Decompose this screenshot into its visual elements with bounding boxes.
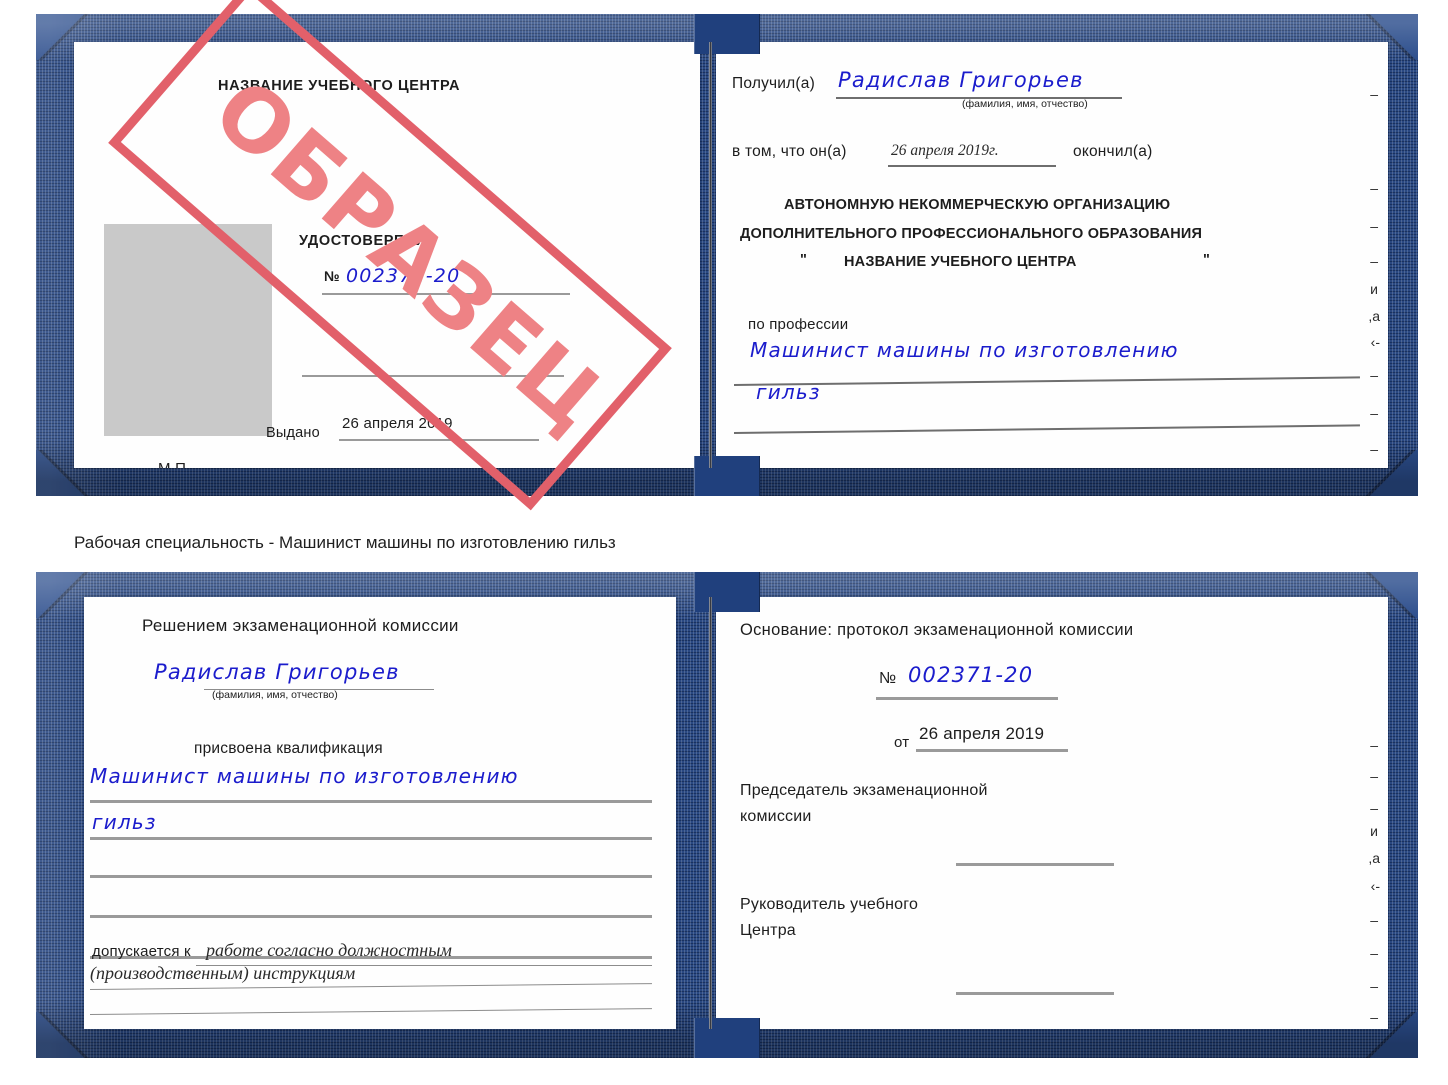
blank-rule-2	[90, 915, 652, 918]
profession-label: по профессии	[748, 316, 849, 333]
protocol-number-label: №	[879, 670, 897, 687]
profession-rule-2	[733, 424, 1360, 434]
protocol-number-value: 002371-20	[908, 663, 1034, 687]
admitted-rule-3	[89, 1008, 652, 1015]
edge-fragment: –	[1370, 737, 1378, 753]
head-signature-rule	[956, 992, 1114, 995]
qualification-value-line-2: гильз	[92, 810, 157, 834]
edge-fragment: ‹-	[1370, 878, 1380, 894]
admitted-value-line-1: работе согласно должностным	[206, 940, 452, 960]
in-that-value: 26 апреля 2019г.	[891, 142, 999, 159]
certificate-number-value: 002371-20	[346, 265, 461, 287]
org-line-2: ДОПОЛНИТЕЛЬНОГО ПРОФЕССИОНАЛЬНОГО ОБРАЗО…	[740, 226, 1203, 242]
profession-value-line-2: гильз	[756, 380, 821, 404]
edge-fragment: –	[1370, 441, 1378, 457]
head-line-1: Руководитель учебного	[740, 896, 919, 913]
issued-label: Выдано	[266, 425, 320, 441]
org-line-1: АВТОНОМНУЮ НЕКОММЕРЧЕСКУЮ ОРГАНИЗАЦИЮ	[784, 197, 1171, 213]
qualification-label: присвоена квалификация	[194, 740, 383, 757]
chairman-signature-rule	[956, 863, 1114, 866]
edge-fragment: –	[1370, 800, 1378, 816]
photo-placeholder	[104, 224, 272, 436]
edge-fragment: –	[1370, 768, 1378, 784]
protocol-number-rule	[876, 697, 1058, 700]
edge-fragment: и	[1370, 281, 1378, 297]
qualification-rule-1	[90, 800, 652, 803]
issued-value: 26 апреля 2019	[342, 415, 453, 432]
qualification-rule-2	[90, 837, 652, 840]
bottom-certificate-left-page: Решением экзаменационной комиссии Радисл…	[84, 597, 676, 1029]
bottom-certificate-right-page: Основание: протокол экзаменационной коми…	[716, 597, 1388, 1029]
decision-header: Решением экзаменационной комиссии	[142, 616, 459, 635]
spine-tab-bottom	[694, 1018, 760, 1058]
edge-fragment: –	[1370, 86, 1378, 102]
top-certificate-fold	[709, 42, 712, 468]
edge-fragment: –	[1370, 253, 1378, 269]
edge-fragment: –	[1370, 945, 1378, 961]
blank-rule-1	[90, 875, 652, 878]
edge-fragment: ‹-	[1370, 334, 1380, 350]
received-value: Радислав Григорьев	[838, 68, 1084, 92]
blank-rule-middle	[302, 375, 564, 377]
training-center-name-header: НАЗВАНИЕ УЧЕБНОГО ЦЕНТРА	[218, 78, 461, 94]
certificate-number-label: №	[324, 268, 340, 284]
certificate-number-rule	[322, 293, 570, 295]
edge-fragment: ,а	[1368, 850, 1380, 866]
edge-fragment: –	[1370, 367, 1378, 383]
edge-fragment: –	[1370, 1009, 1378, 1025]
student-name-value: Радислав Григорьев	[154, 660, 400, 684]
edge-fragment: –	[1370, 405, 1378, 421]
qualification-value-line-1: Машинист машины по изготовлению	[90, 764, 519, 788]
head-line-2: Центра	[740, 922, 796, 939]
protocol-date-rule	[916, 749, 1068, 752]
edge-fragment: ,а	[1368, 308, 1380, 324]
bottom-certificate-fold	[709, 597, 712, 1029]
page-caption: Рабочая специальность - Машинист машины …	[74, 533, 616, 552]
edge-fragment: –	[1370, 912, 1378, 928]
issued-rule	[339, 439, 539, 441]
admitted-rule-2	[89, 983, 652, 990]
admitted-value-line-2: (производственным) инструкциям	[90, 963, 356, 983]
protocol-date-label: от	[894, 734, 910, 751]
profession-value-line-1: Машинист машины по изготовлению	[750, 338, 1179, 362]
in-that-rule	[888, 165, 1056, 167]
received-label: Получил(а)	[732, 75, 815, 92]
chairman-line-1: Председатель экзаменационной	[740, 782, 988, 799]
basis-label: Основание: протокол экзаменационной коми…	[740, 621, 1134, 639]
received-hint: (фамилия, имя, отчество)	[962, 98, 1088, 110]
org-line-3: НАЗВАНИЕ УЧЕБНОГО ЦЕНТРА	[844, 254, 1077, 270]
spine-tab-top	[694, 572, 760, 612]
edge-fragment: –	[1370, 218, 1378, 234]
edge-fragment: –	[1370, 978, 1378, 994]
edge-fragment: и	[1370, 823, 1378, 839]
document-title: УДОСТОВЕРЕНИЕ	[299, 233, 437, 249]
org-quote-open: "	[800, 252, 808, 268]
chairman-line-2: комиссии	[740, 808, 812, 825]
student-name-hint: (фамилия, имя, отчество)	[212, 689, 338, 701]
seal-label: М.П.	[158, 460, 190, 468]
admitted-label: допускается к	[92, 943, 191, 960]
protocol-date-value: 26 апреля 2019	[919, 724, 1045, 743]
top-certificate-right-page: Получил(а) Радислав Григорьев (фамилия, …	[716, 42, 1388, 468]
finished-label: окончил(а)	[1073, 143, 1153, 160]
spine-tab-top	[694, 14, 760, 54]
in-that-label: в том, что он(а)	[732, 143, 847, 160]
spine-tab-bottom	[694, 456, 760, 496]
profession-rule-1	[733, 376, 1360, 386]
org-quote-close: "	[1203, 252, 1211, 268]
edge-fragment: –	[1370, 180, 1378, 196]
top-certificate-left-page: НАЗВАНИЕ УЧЕБНОГО ЦЕНТРА УДОСТОВЕРЕНИЕ №…	[74, 42, 700, 468]
